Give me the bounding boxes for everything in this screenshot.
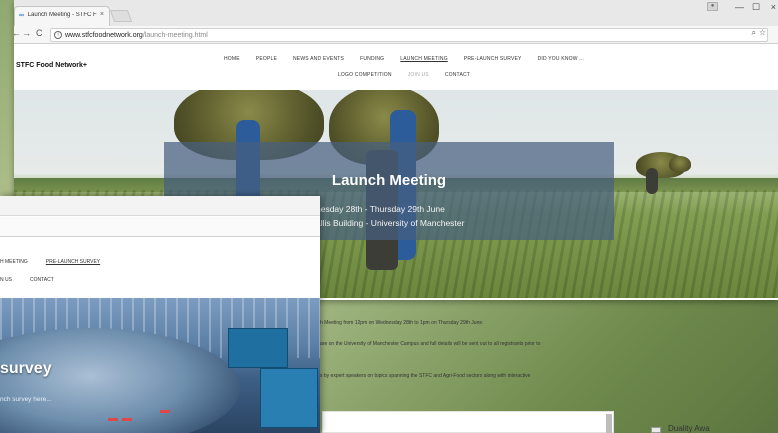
front-nav-item-contact[interactable]: CONTACT [30,277,54,283]
front-hero-subtitle: nch survey here... [0,396,52,403]
main-nav-row-2: LOGO COMPETITION JOIN US CONTACT [204,72,604,78]
nav-item-logo-competition[interactable]: LOGO COMPETITION [330,72,400,78]
nav-item-news-and-events[interactable]: NEWS AND EVENTS [285,56,352,62]
front-nav-row-2: N US CONTACT [0,277,320,283]
nav-item-launch-meeting[interactable]: LAUNCH MEETING [392,56,456,62]
nav-item-did-you-know[interactable]: DID YOU KNOW ... [530,56,592,62]
hero-location-line: allis Building - University of Mancheste… [316,218,465,228]
hero-title: Launch Meeting [331,172,447,189]
front-hero-led [108,418,118,421]
stfc-favicon-icon: ∞ [19,12,24,19]
front-hero-equipment-block [260,368,318,428]
desktop-window-icon[interactable] [651,427,661,433]
hero-date-line: nesday 28th - Thursday 29th June [316,204,445,214]
url-input[interactable]: i www.stfcfoodnetwork.org/launch-meeting… [50,28,768,42]
profile-icon[interactable]: ● [707,2,718,11]
front-hero-banner: survey nch survey here... [0,298,320,433]
scrollbar-thumb[interactable] [606,414,612,433]
tab-launch-meeting[interactable]: ∞ Launch Meeting - STFC F × [14,6,110,26]
minimize-button[interactable]: — [735,2,744,12]
tab-close-icon[interactable]: × [100,11,104,18]
main-nav-row-1: HOME PEOPLE NEWS AND EVENTS FUNDING LAUN… [204,56,604,62]
embedded-form-box[interactable] [322,411,614,433]
front-hero-title: survey [0,360,52,377]
front-nav-item-join-us[interactable]: N US [0,277,12,283]
site-header: STFC Food Network+ HOME PEOPLE NEWS AND … [14,44,778,90]
front-hero-led [160,410,170,413]
nav-item-funding[interactable]: FUNDING [352,56,392,62]
nav-item-join-us[interactable]: JOIN US [400,72,437,78]
desktop-window-label: Duality Awa [668,424,710,433]
front-nav-row-1: H MEETING PRE-LAUNCH SURVEY [0,259,320,265]
content-paragraph-3: s by expert speakers on topics spanning … [320,373,531,379]
nav-item-pre-launch-survey[interactable]: PRE-LAUNCH SURVEY [456,56,530,62]
tab-strip: ∞ Launch Meeting - STFC F × ● — ☐ × [14,0,778,26]
tab-title: Launch Meeting - STFC F [27,12,97,18]
site-logo[interactable]: STFC Food Network+ [16,62,87,69]
search-icon[interactable]: ⌕ [752,28,756,38]
nav-item-people[interactable]: PEOPLE [248,56,285,62]
content-paragraph-1: h Meeting from 12pm on Wednesday 28th to… [320,320,484,326]
front-tab-strip [0,196,320,216]
content-paragraph-2: are on the University of Manchester Camp… [320,341,541,347]
url-host: www.stfcfoodnetwork.org [65,32,143,39]
close-window-button[interactable]: × [771,2,776,12]
front-nav-item-launch-meeting[interactable]: H MEETING [0,259,28,265]
maximize-button[interactable]: ☐ [752,2,760,13]
front-nav-item-pre-launch-survey[interactable]: PRE-LAUNCH SURVEY [46,259,100,265]
star-icon[interactable]: ☆ [759,28,766,37]
browser-window-pre-launch-survey[interactable]: H MEETING PRE-LAUNCH SURVEY N US CONTACT… [0,196,320,433]
new-tab-button[interactable] [109,10,133,22]
front-hero-equipment-block [228,328,288,368]
forward-button[interactable]: → [22,28,31,38]
nav-item-home[interactable]: HOME [216,56,248,62]
reload-button[interactable]: C [36,28,43,38]
nav-item-contact[interactable]: CONTACT [437,72,478,78]
front-hero-led [122,418,132,421]
url-path: /launch-meeting.html [142,32,208,39]
front-address-bar[interactable] [0,217,320,237]
info-icon[interactable]: i [54,31,62,39]
address-bar: ← → C i www.stfcfoodnetwork.org/launch-m… [14,26,778,44]
back-button[interactable]: ← [14,28,21,38]
